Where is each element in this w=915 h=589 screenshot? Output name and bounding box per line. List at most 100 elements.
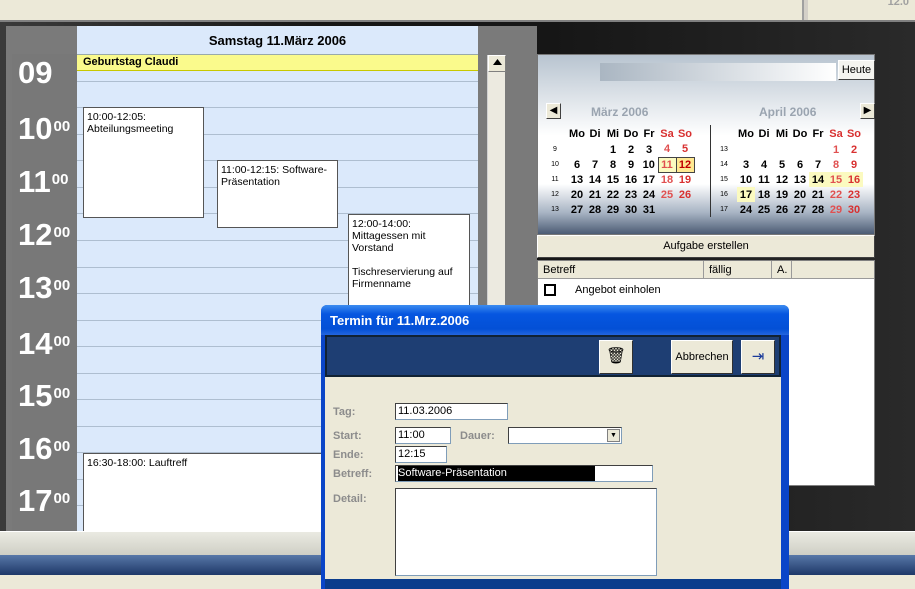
day-cell[interactable]: 10 — [640, 157, 658, 172]
exit-button[interactable]: ⇥ — [741, 340, 775, 374]
day-cell[interactable]: 1 — [604, 142, 622, 157]
weekday-header: So — [846, 127, 862, 140]
dialog-titlebar[interactable]: Termin für 11.Mrz.2006 — [321, 305, 789, 335]
day-cell[interactable]: 25 — [658, 187, 676, 202]
day-cell[interactable]: 29 — [604, 202, 622, 217]
column-header-faellig[interactable]: fällig — [704, 261, 772, 279]
day-cell[interactable]: 5 — [773, 157, 791, 172]
day-cell[interactable]: 22 — [827, 187, 845, 202]
day-cell[interactable]: 8 — [827, 157, 845, 172]
day-cell[interactable]: 5 — [676, 142, 694, 157]
all-day-event[interactable]: Geburtstag Claudi — [77, 55, 478, 71]
day-cell[interactable]: 15 — [827, 172, 845, 187]
day-cell[interactable]: 21 — [809, 187, 827, 202]
day-cell[interactable]: 18 — [658, 172, 676, 187]
day-cell[interactable]: 3 — [737, 157, 755, 172]
day-cell[interactable]: 27 — [568, 202, 586, 217]
day-cell[interactable]: 3 — [640, 142, 658, 157]
day-cell[interactable]: 7 — [809, 157, 827, 172]
appointment-abteilungsmeeting[interactable]: 10:00-12:05: Abteilungsmeeting — [83, 107, 204, 218]
day-cell[interactable]: 17 — [737, 187, 755, 202]
day-cell[interactable]: 7 — [586, 157, 604, 172]
day-cell[interactable]: 14 — [809, 172, 827, 187]
scroll-up-button[interactable] — [488, 55, 506, 72]
start-time-field[interactable]: 11:00 — [395, 427, 451, 444]
day-cell[interactable]: 31 — [640, 202, 658, 217]
day-cell[interactable]: 15 — [604, 172, 622, 187]
create-task-button[interactable]: Aufgabe erstellen — [537, 235, 875, 258]
day-cell[interactable]: 19 — [773, 187, 791, 202]
day-cell[interactable]: 23 — [845, 187, 863, 202]
day-cell[interactable]: 23 — [622, 187, 640, 202]
end-time-field[interactable]: 12:15 — [395, 446, 447, 463]
day-cell[interactable]: 6 — [791, 157, 809, 172]
hour-label-10: 1000 — [18, 111, 71, 146]
day-cell[interactable]: 24 — [737, 202, 755, 217]
day-cell[interactable]: 14 — [586, 172, 604, 187]
day-cell[interactable]: 29 — [827, 202, 845, 217]
day-cell[interactable]: 4 — [658, 142, 676, 157]
prev-month-button[interactable]: ◀ — [546, 103, 561, 119]
day-cell[interactable]: 20 — [568, 187, 586, 202]
top-toolbar-left-panel — [0, 0, 804, 20]
appointment-software-praesentation[interactable]: 11:00-12:15: Software-Präsentation — [217, 160, 338, 228]
day-cell[interactable]: 18 — [755, 187, 773, 202]
day-cell[interactable]: 21 — [586, 187, 604, 202]
day-cell[interactable]: 2 — [622, 142, 640, 157]
subject-field[interactable]: Software-Präsentation — [395, 465, 653, 482]
chevron-down-icon[interactable]: ▼ — [607, 429, 620, 442]
day-cell[interactable]: 24 — [640, 187, 658, 202]
day-cell — [568, 142, 586, 157]
day-cell[interactable]: 28 — [809, 202, 827, 217]
day-cell — [773, 142, 791, 157]
day-cell[interactable]: 4 — [755, 157, 773, 172]
day-cell[interactable]: 26 — [676, 187, 694, 202]
day-cell[interactable]: 10 — [737, 172, 755, 187]
day-cell[interactable]: 30 — [622, 202, 640, 217]
day-cell[interactable]: 19 — [676, 172, 694, 187]
appointment-lauftreff[interactable]: 16:30-18:00: Lauftreff — [83, 453, 333, 531]
hour-label-13: 1300 — [18, 270, 71, 305]
duration-select[interactable]: ▼ — [508, 427, 622, 444]
label-tag: Tag: — [333, 406, 356, 418]
day-cell[interactable]: 26 — [773, 202, 791, 217]
day-cell-selected[interactable]: 11 — [657, 156, 677, 173]
day-cell[interactable]: 12 — [773, 172, 791, 187]
day-cell[interactable]: 16 — [845, 172, 863, 187]
day-cell[interactable]: 9 — [845, 157, 863, 172]
day-cell[interactable]: 13 — [791, 172, 809, 187]
arrow-right-icon: ▶ — [863, 105, 872, 116]
month-title-april: April 2006 — [759, 105, 817, 119]
today-button[interactable]: Heute — [838, 60, 875, 80]
next-month-button[interactable]: ▶ — [860, 103, 875, 119]
day-cell[interactable]: 30 — [845, 202, 863, 217]
day-cell[interactable]: 1 — [827, 142, 845, 157]
task-subject[interactable]: Angebot einholen — [575, 284, 661, 296]
day-cell[interactable]: 28 — [586, 202, 604, 217]
top-toolbar-right-panel: 12.0 — [808, 0, 915, 20]
day-cell[interactable]: 2 — [845, 142, 863, 157]
day-cell[interactable]: 25 — [755, 202, 773, 217]
week-number: 17 — [720, 206, 728, 213]
cancel-button[interactable]: Abbrechen — [671, 340, 733, 374]
day-cell[interactable]: 8 — [604, 157, 622, 172]
day-cell-today[interactable]: 12 — [675, 156, 695, 173]
day-cell[interactable]: 27 — [791, 202, 809, 217]
date-field[interactable]: 11.03.2006 — [395, 403, 508, 420]
delete-button[interactable]: 🗑 — [599, 340, 633, 374]
task-checkbox[interactable] — [544, 284, 556, 296]
detail-textarea[interactable] — [395, 488, 657, 576]
day-cell[interactable]: 16 — [622, 172, 640, 187]
clock-text: 12.0 — [887, 0, 909, 8]
day-cell[interactable]: 11 — [755, 172, 773, 187]
day-cell[interactable]: 13 — [568, 172, 586, 187]
day-cell[interactable]: 22 — [604, 187, 622, 202]
column-header-betreff[interactable]: Betreff — [538, 261, 704, 279]
day-cell[interactable]: 9 — [622, 157, 640, 172]
column-header-a[interactable]: A. — [772, 261, 792, 279]
week-number: 16 — [720, 191, 728, 198]
day-cell[interactable]: 6 — [568, 157, 586, 172]
day-cell[interactable]: 17 — [640, 172, 658, 187]
month-grid-april: Mo Di Mi Do Fr Sa So 13 1 2 14 3 4 5 6 7… — [711, 125, 863, 217]
day-cell[interactable]: 20 — [791, 187, 809, 202]
